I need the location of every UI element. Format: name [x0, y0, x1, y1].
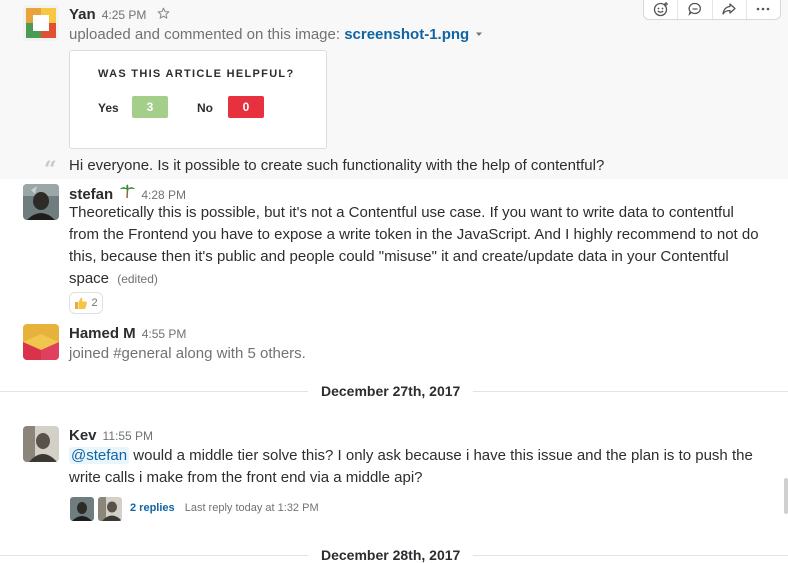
join-message-text: joined #general along with 5 others.	[69, 345, 306, 362]
hamed-avatar-image	[23, 324, 59, 360]
share-message-button[interactable]	[713, 0, 747, 19]
timestamp[interactable]: 11:55 PM	[103, 429, 153, 443]
file-link[interactable]: screenshot-1.png	[344, 26, 469, 43]
add-reaction-icon	[653, 2, 668, 17]
file-upload-line: uploaded and commented on this image: sc…	[69, 24, 759, 46]
message-body: Theoretically this is possible, but it's…	[69, 204, 759, 287]
stefan-avatar-image	[23, 184, 59, 220]
message-text-stefan: Theoretically this is possible, but it's…	[69, 202, 759, 290]
scrollbar-thumb[interactable]	[784, 478, 788, 514]
sender-name[interactable]: Yan	[69, 6, 96, 23]
file-preview-card[interactable]: WAS THIS ARTICLE HELPFUL? Yes 3 No 0	[69, 50, 327, 149]
message-text-kev: @stefan would a middle tier solve this? …	[69, 445, 759, 489]
date-divider-label: December 27th, 2017	[308, 383, 474, 399]
thread-participant-avatar	[70, 497, 94, 521]
yan-avatar-image	[23, 5, 59, 41]
palm-tree-icon	[120, 184, 136, 199]
avatar-yan[interactable]	[23, 5, 59, 41]
no-label: No	[197, 101, 213, 115]
message-body: would a middle tier solve this? I only a…	[69, 447, 753, 486]
sender-name[interactable]: stefan	[69, 186, 113, 203]
yes-label: Yes	[98, 101, 119, 115]
date-divider-label: December 28th, 2017	[308, 547, 474, 563]
comment-icon	[688, 2, 701, 16]
sender-line-yan: Yan 4:25 PM	[69, 6, 170, 23]
avatar-kev[interactable]	[23, 426, 59, 462]
message-actions-toolbar	[643, 0, 781, 20]
edited-label: (edited)	[117, 272, 158, 286]
file-comment-text: Hi everyone. Is it possible to create su…	[69, 157, 605, 174]
thread-summary: 2 replies Last reply today at 1:32 PM	[130, 502, 319, 514]
thread-participant-avatar	[98, 497, 122, 521]
sender-name[interactable]: Hamed M	[69, 325, 136, 342]
share-icon	[722, 3, 736, 15]
star-icon[interactable]	[157, 7, 170, 20]
more-actions-button[interactable]	[747, 0, 780, 19]
card-title: WAS THIS ARTICLE HELPFUL?	[98, 68, 295, 80]
caret-down-icon[interactable]	[474, 29, 484, 39]
upload-action-text: uploaded and commented on this image:	[69, 26, 341, 43]
kev-avatar-image	[23, 426, 59, 462]
timestamp[interactable]: 4:25 PM	[102, 8, 147, 22]
comment-quote-icon: “	[44, 157, 57, 183]
replies-link[interactable]: 2 replies	[130, 502, 175, 514]
yes-count-badge: 3	[132, 96, 168, 118]
sender-line-stefan: stefan 4:28 PM	[69, 184, 186, 203]
reaction-thumbsup[interactable]: 2	[69, 292, 103, 314]
kev-avatar-small	[98, 497, 122, 521]
sender-name[interactable]: Kev	[69, 427, 97, 444]
timestamp[interactable]: 4:28 PM	[141, 188, 186, 202]
more-icon	[757, 7, 770, 11]
start-thread-button[interactable]	[678, 0, 713, 19]
avatar-stefan[interactable]	[23, 184, 59, 220]
reaction-count: 2	[91, 297, 98, 309]
last-reply-text: Last reply today at 1:32 PM	[184, 502, 319, 514]
sender-line-hamed: Hamed M 4:55 PM	[69, 325, 186, 342]
no-count-badge: 0	[228, 96, 264, 118]
avatar-hamed[interactable]	[23, 324, 59, 360]
stefan-avatar-small	[70, 497, 94, 521]
thumbs-up-icon	[75, 297, 88, 309]
timestamp[interactable]: 4:55 PM	[142, 327, 187, 341]
user-mention[interactable]: @stefan	[69, 447, 130, 464]
add-reaction-button[interactable]	[644, 0, 679, 19]
sender-line-kev: Kev 11:55 PM	[69, 427, 153, 444]
